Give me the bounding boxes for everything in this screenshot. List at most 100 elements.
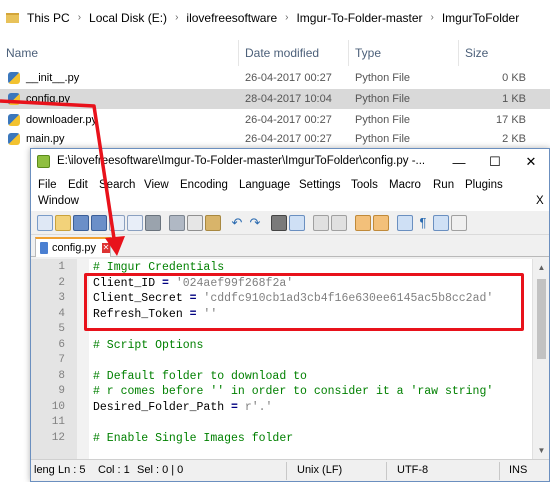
status-encoding: UTF-8 (397, 464, 429, 476)
code-line[interactable]: 10 Desired_Folder_Path = r'.' (31, 401, 531, 417)
file-name: downloader.py (26, 114, 97, 126)
address-bar[interactable]: This PC › Local Disk (E:) › ilovefreesof… (0, 0, 550, 35)
breadcrumb-item[interactable]: ilovefreesoftware (186, 11, 277, 25)
redo-icon[interactable]: ↷ (247, 215, 263, 231)
undo-icon[interactable]: ↶ (229, 215, 245, 231)
paste-icon[interactable] (205, 215, 221, 231)
new-file-icon[interactable] (37, 215, 53, 231)
status-selection: Sel : 0 | 0 (137, 464, 184, 476)
code-line[interactable]: 11 (31, 416, 531, 432)
toolbar: ↶ ↷ ¶ (31, 211, 549, 235)
close-document-button[interactable]: X (536, 195, 544, 207)
maximize-button[interactable]: ☐ (477, 149, 513, 175)
scrollbar-thumb[interactable] (537, 279, 546, 359)
chevron-right-icon: › (175, 12, 179, 23)
replace-icon[interactable] (289, 215, 305, 231)
save-icon[interactable] (73, 215, 89, 231)
code-line[interactable]: 7 (31, 354, 531, 370)
close-button[interactable]: ✕ (513, 149, 549, 175)
open-folder-icon[interactable] (55, 215, 71, 231)
column-divider[interactable] (458, 40, 459, 66)
scroll-down-icon[interactable]: ▼ (533, 442, 550, 459)
code-line[interactable]: 8 # Default folder to download to (31, 370, 531, 386)
menu-plugins[interactable]: Plugins (465, 179, 503, 191)
column-divider[interactable] (238, 40, 239, 66)
menu-tools[interactable]: Tools (351, 179, 378, 191)
status-eol: Unix (LF) (297, 464, 343, 476)
code-line[interactable]: 6 # Script Options (31, 339, 531, 355)
menu-run[interactable]: Run (433, 179, 454, 191)
file-row[interactable]: main.py 26-04-2017 00:27 Python File 2 K… (0, 129, 550, 149)
sync-horizontal-icon[interactable] (373, 215, 389, 231)
line-number: 12 (51, 431, 65, 444)
sync-vertical-icon[interactable] (355, 215, 371, 231)
vertical-scrollbar[interactable]: ▲ ▼ (532, 259, 549, 459)
file-size: 1 KB (502, 93, 526, 105)
code-text: # Script Options (93, 339, 203, 352)
indent-guide-icon[interactable] (433, 215, 449, 231)
line-number: 5 (58, 323, 65, 335)
menu-encoding[interactable]: Encoding (180, 179, 228, 191)
file-date: 26-04-2017 00:27 (245, 133, 332, 145)
file-date: 28-04-2017 10:04 (245, 93, 332, 105)
column-headers: Name Date modified Type Size (0, 40, 550, 66)
find-icon[interactable] (271, 215, 287, 231)
file-size: 2 KB (502, 133, 526, 145)
breadcrumb-item[interactable]: Imgur-To-Folder-master (296, 11, 422, 25)
code-text: # Enable Single Images folder (93, 432, 293, 445)
line-number: 4 (58, 307, 65, 320)
file-row-selected[interactable]: config.py 28-04-2017 10:04 Python File 1… (0, 89, 550, 109)
word-wrap-icon[interactable] (397, 215, 413, 231)
save-all-icon[interactable] (91, 215, 107, 231)
code-line[interactable]: 12 # Enable Single Images folder (31, 432, 531, 448)
document-icon (40, 242, 48, 254)
menu-window[interactable]: Window (38, 195, 79, 207)
code-line[interactable]: 9 # r comes before '' in order to conside… (31, 385, 531, 401)
line-number: 7 (58, 354, 65, 366)
file-row[interactable]: downloader.py 26-04-2017 00:27 Python Fi… (0, 110, 550, 130)
code-token-comment: # r comes before '' in order to consider… (93, 385, 494, 398)
tab-bar: config.py ✕ (31, 235, 549, 257)
close-file-icon[interactable] (109, 215, 125, 231)
column-header-date[interactable]: Date modified (245, 46, 319, 60)
menu-edit[interactable]: Edit (68, 179, 88, 191)
menu-search[interactable]: Search (99, 179, 135, 191)
status-column: Col : 1 (98, 464, 130, 476)
close-all-icon[interactable] (127, 215, 143, 231)
file-size: 0 KB (502, 72, 526, 84)
tab-config-py[interactable]: config.py ✕ (35, 237, 111, 257)
menu-macro[interactable]: Macro (389, 179, 421, 191)
copy-icon[interactable] (187, 215, 203, 231)
scroll-up-icon[interactable]: ▲ (533, 259, 550, 276)
zoom-out-icon[interactable] (331, 215, 347, 231)
zoom-in-icon[interactable] (313, 215, 329, 231)
cut-icon[interactable] (169, 215, 185, 231)
minimize-button[interactable]: — (441, 149, 477, 175)
column-header-size[interactable]: Size (465, 46, 488, 60)
breadcrumb-item[interactable]: Local Disk (E:) (89, 11, 167, 25)
menu-file[interactable]: File (38, 179, 57, 191)
title-bar[interactable]: E:\ilovefreesoftware\Imgur-To-Folder-mas… (31, 149, 549, 175)
show-all-characters-icon[interactable]: ¶ (415, 215, 431, 231)
window-title: E:\ilovefreesoftware\Imgur-To-Folder-mas… (57, 155, 426, 167)
toolbar-overflow-icon[interactable] (451, 215, 467, 231)
notepad-app-icon (37, 155, 50, 168)
folder-icon (6, 12, 19, 23)
file-row[interactable]: __init__.py 26-04-2017 00:27 Python File… (0, 68, 550, 88)
menu-view[interactable]: View (144, 179, 169, 191)
breadcrumb-item[interactable]: ImgurToFolder (442, 11, 519, 25)
menu-language[interactable]: Language (239, 179, 290, 191)
file-type: Python File (355, 114, 411, 126)
column-header-type[interactable]: Type (355, 46, 381, 60)
line-number: 9 (58, 385, 65, 397)
print-icon[interactable] (145, 215, 161, 231)
column-divider[interactable] (348, 40, 349, 66)
line-number: 8 (58, 369, 65, 382)
tab-close-icon[interactable]: ✕ (102, 243, 110, 253)
breadcrumb-item[interactable]: This PC (27, 11, 70, 25)
code-text: Desired_Folder_Path = r'.' (93, 401, 272, 414)
column-header-name[interactable]: Name (6, 46, 38, 60)
line-number: 1 (58, 261, 65, 273)
file-name: __init__.py (26, 72, 80, 84)
menu-settings[interactable]: Settings (299, 179, 341, 191)
